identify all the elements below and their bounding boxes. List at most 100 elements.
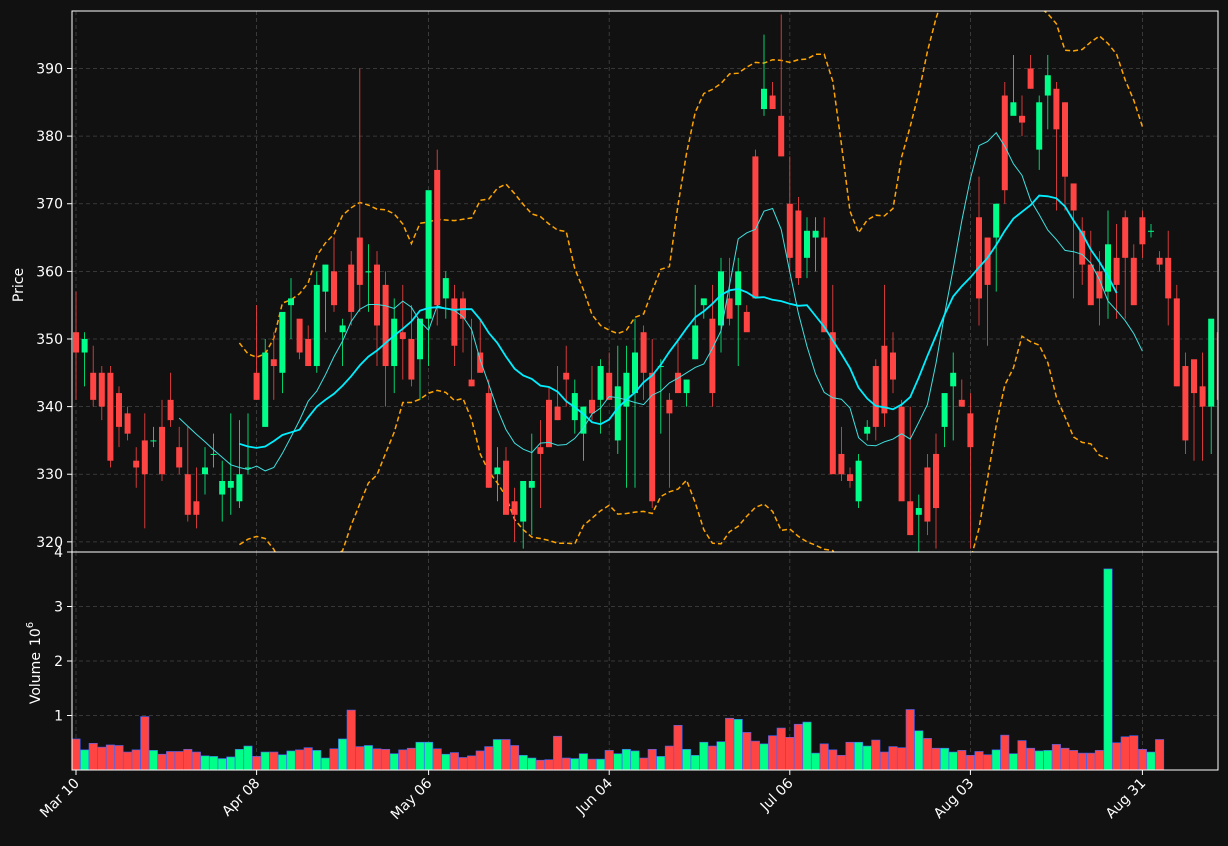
volume-bar xyxy=(424,741,434,770)
volume-bar xyxy=(897,747,907,770)
volume-bar xyxy=(277,754,287,770)
volume-bar xyxy=(157,753,167,770)
volume-bar xyxy=(381,748,391,770)
candle-body xyxy=(752,156,759,299)
candle-body xyxy=(915,508,922,515)
candle-body xyxy=(1199,386,1206,407)
volume-bar xyxy=(940,747,950,770)
volume-bar xyxy=(312,750,322,770)
volume-bar xyxy=(613,753,623,770)
volume-bar xyxy=(105,744,115,770)
volume-bar xyxy=(97,746,107,770)
candle-body xyxy=(270,359,277,367)
volume-bar xyxy=(372,748,382,770)
candle-body xyxy=(924,467,931,522)
candle-body xyxy=(1105,244,1111,292)
candle-body xyxy=(1191,359,1197,394)
volume-bar xyxy=(922,738,932,770)
candle-body xyxy=(907,501,914,536)
volume-bar xyxy=(965,754,975,770)
candle-body xyxy=(73,332,79,353)
volume-axis-label: Volume 106 xyxy=(25,622,44,704)
candle xyxy=(107,366,114,468)
candle xyxy=(1173,284,1180,387)
candle-body xyxy=(202,467,208,475)
candle-body xyxy=(305,338,312,367)
volume-bar xyxy=(793,723,803,770)
candle-body xyxy=(769,95,776,110)
candle-body xyxy=(159,426,165,475)
volume-bar xyxy=(1086,752,1096,770)
volume-bar xyxy=(1069,750,1079,770)
volume-bar xyxy=(750,740,760,770)
candle-body xyxy=(537,447,544,454)
candle-body xyxy=(227,480,234,488)
volume-axis-exponent-power: 6 xyxy=(25,622,36,628)
candle-body xyxy=(1019,115,1025,123)
volume-bar xyxy=(905,709,915,770)
volume-bar xyxy=(707,745,717,770)
volume-bar xyxy=(398,749,408,770)
volume-bar xyxy=(1155,739,1165,770)
candle-body xyxy=(141,440,148,475)
volume-bar xyxy=(200,755,210,770)
price-axis-label: Price xyxy=(11,268,27,302)
volume-bar xyxy=(553,735,563,770)
volume-bar xyxy=(252,756,262,770)
candle-body xyxy=(503,460,509,515)
volume-bar xyxy=(72,738,81,770)
volume-bar xyxy=(338,738,348,770)
volume-bar xyxy=(716,741,726,770)
candle-body xyxy=(640,332,647,373)
candle-body xyxy=(795,210,802,279)
volume-bar xyxy=(544,759,554,770)
volume-bar xyxy=(475,750,485,770)
volume-bar xyxy=(1146,751,1156,770)
candle-body xyxy=(477,352,484,373)
volume-bar xyxy=(630,750,640,770)
volume-bar xyxy=(441,753,451,770)
volume-bar xyxy=(845,741,855,770)
volume-bar xyxy=(759,743,769,770)
candle-body xyxy=(683,379,690,394)
candle-body xyxy=(90,372,97,400)
candle-body xyxy=(743,311,750,333)
candle-body xyxy=(778,115,785,157)
volume-bar xyxy=(639,757,649,770)
candle-body xyxy=(408,338,415,380)
candle-body xyxy=(812,230,819,238)
volume-bar xyxy=(991,749,1001,770)
volume-bar xyxy=(510,745,520,770)
candle-body xyxy=(589,399,595,414)
candle-body xyxy=(1148,230,1154,232)
candle-body xyxy=(374,264,380,326)
volume-bar xyxy=(673,725,683,770)
candle-body xyxy=(829,332,836,475)
candle-body xyxy=(761,88,767,110)
candle-body xyxy=(1027,68,1034,89)
candle-body xyxy=(296,318,303,353)
candle-body xyxy=(219,480,226,495)
candle xyxy=(313,271,320,373)
candle xyxy=(855,453,862,509)
candle-body xyxy=(528,480,535,488)
volume-bar xyxy=(879,751,889,770)
volume-bar xyxy=(80,749,90,770)
candle-body xyxy=(468,379,475,387)
candle-body xyxy=(1113,257,1120,285)
volume-bar xyxy=(1060,747,1070,770)
volume-bar xyxy=(871,739,881,770)
volume-bar xyxy=(527,757,537,770)
candle-body xyxy=(580,406,587,434)
price-tick-label: 390 xyxy=(36,61,63,77)
candle-body xyxy=(356,237,363,285)
candle-body xyxy=(993,203,1000,238)
candle-body xyxy=(348,264,355,312)
candle-body xyxy=(511,501,518,515)
candle-body xyxy=(1053,88,1060,130)
volume-bar xyxy=(114,745,124,770)
candle-body xyxy=(167,399,174,421)
candle-body xyxy=(1182,366,1189,441)
volume-bar xyxy=(1094,750,1104,770)
candle-body xyxy=(485,393,492,488)
